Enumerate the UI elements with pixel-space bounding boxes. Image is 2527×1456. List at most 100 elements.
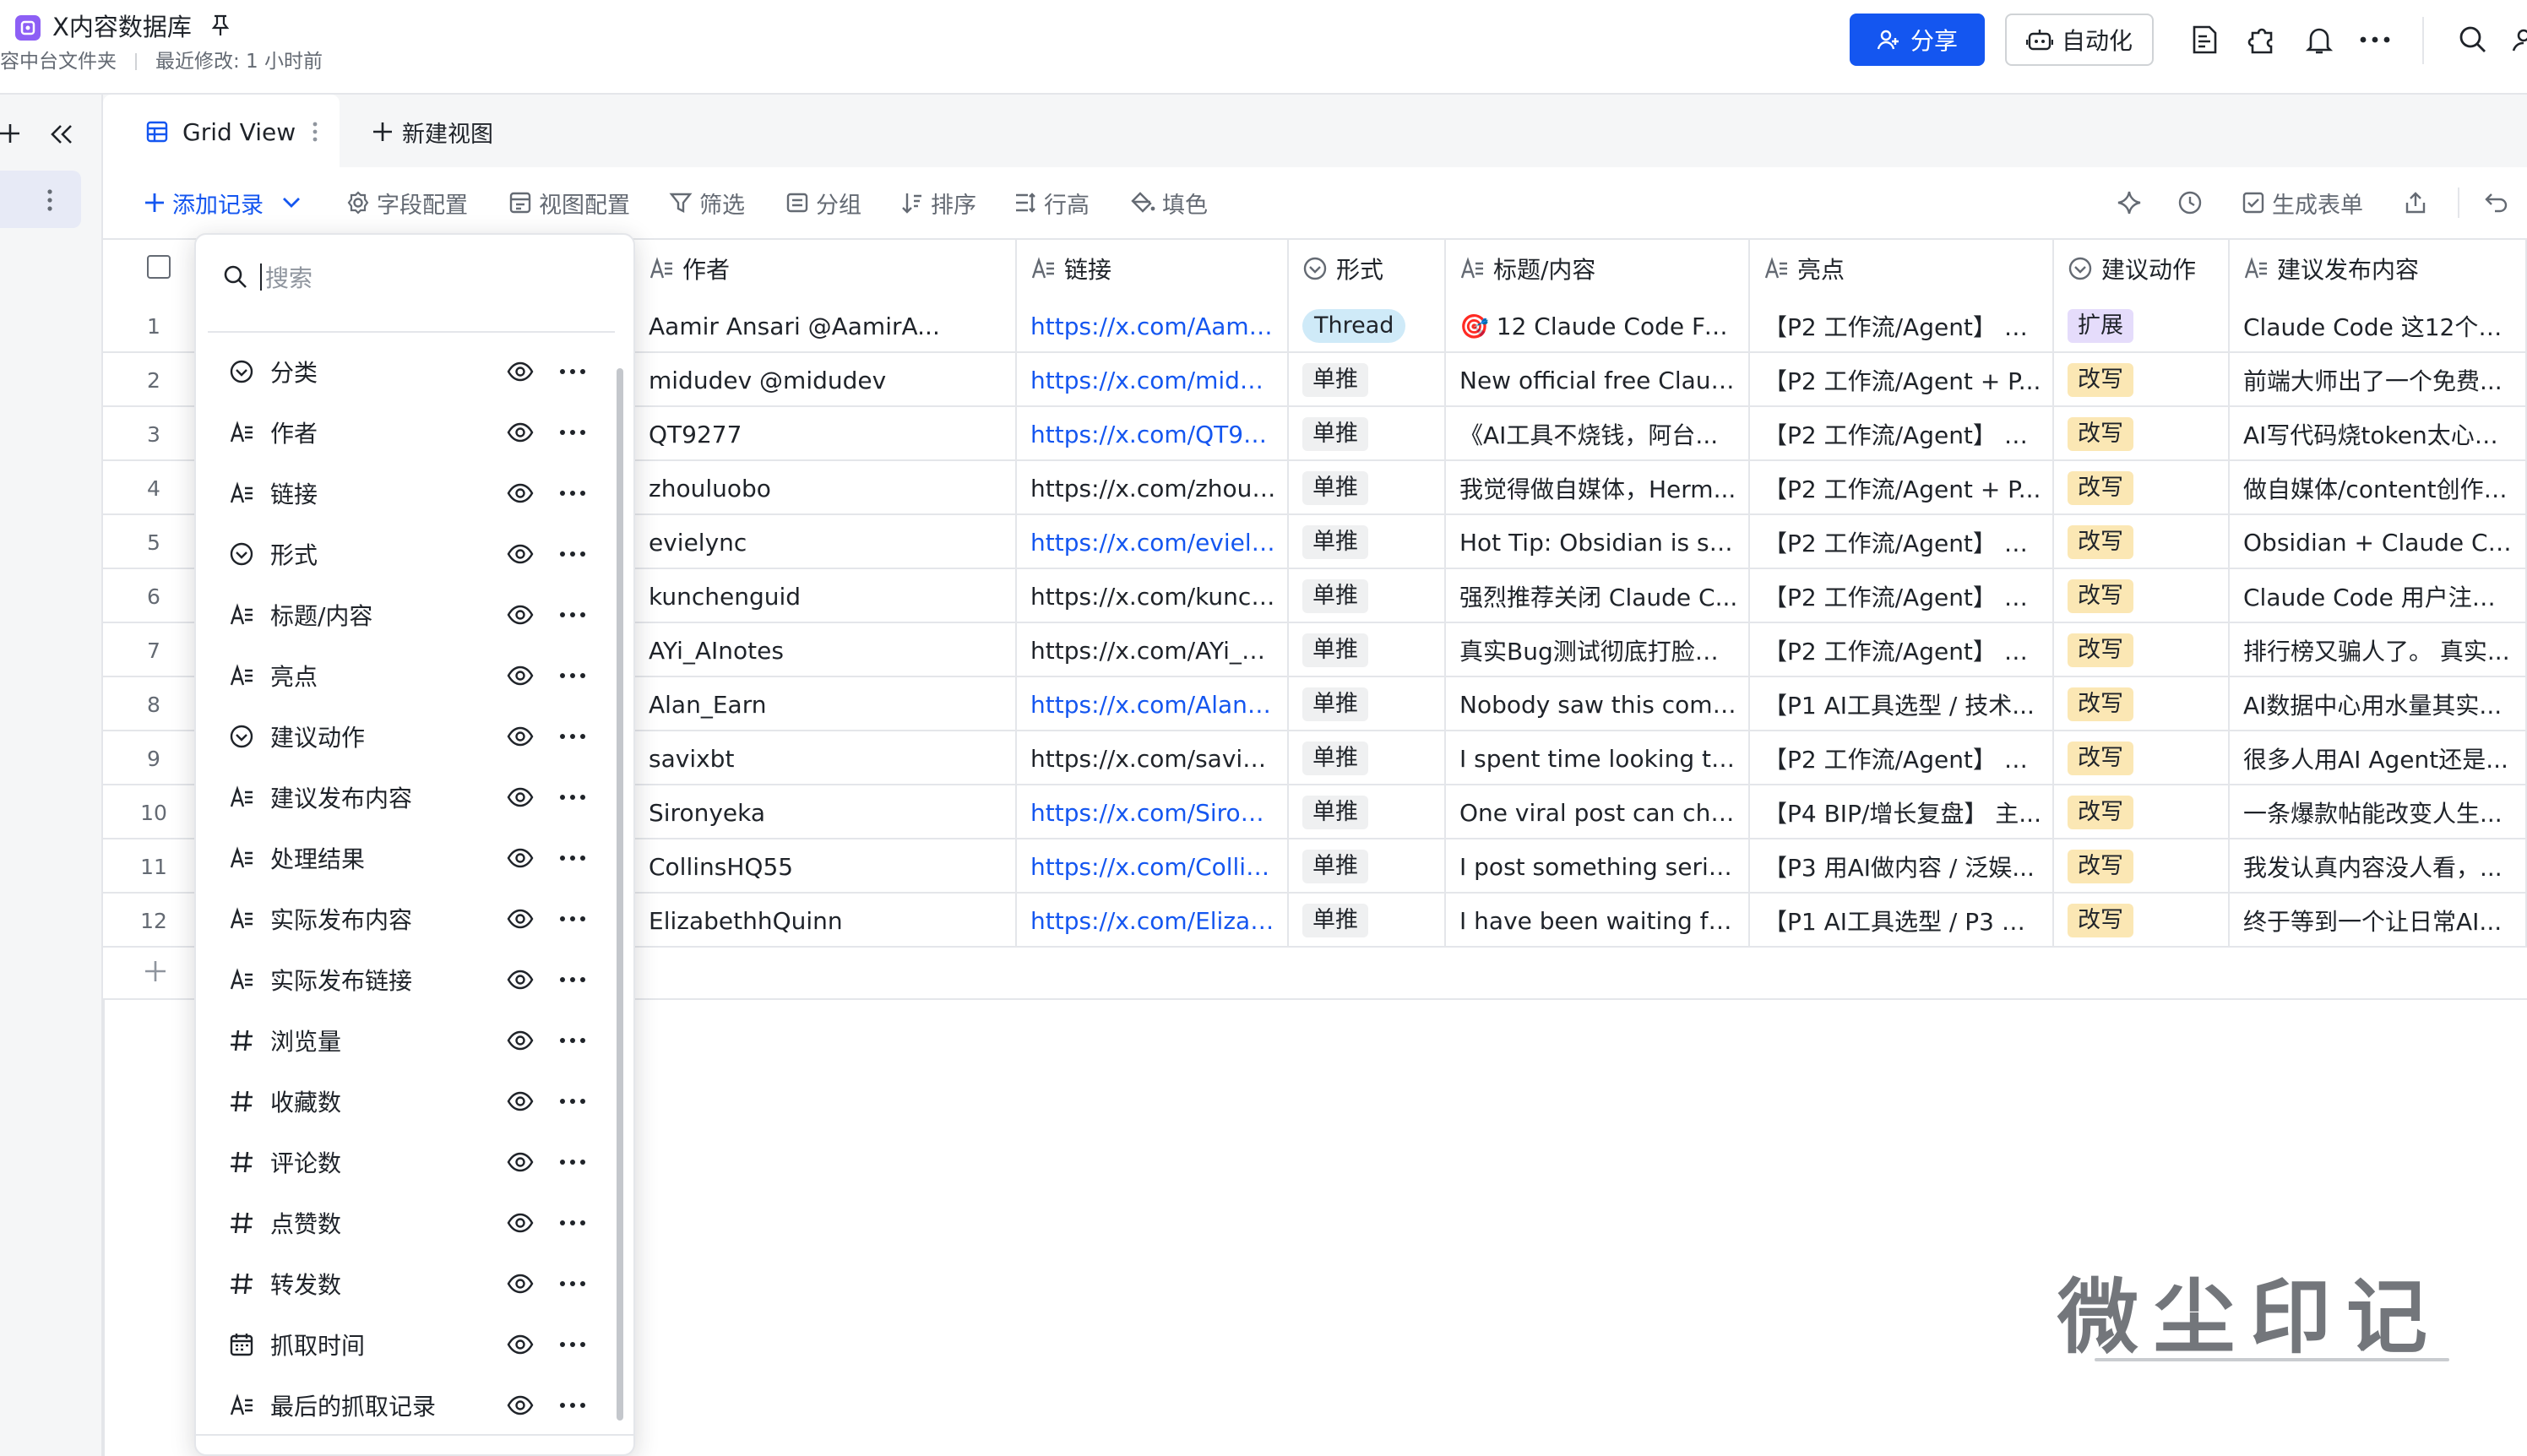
cell-link[interactable]: https://x.com/kunch... [1017, 569, 1289, 623]
link-text[interactable]: https://x.com/QT92... [1030, 421, 1277, 448]
cell-link[interactable]: https://x.com/Elizab... [1017, 894, 1289, 948]
link-text[interactable]: https://x.com/Aamir... [1030, 312, 1277, 340]
cell-form[interactable]: 单推 [1289, 839, 1446, 894]
cell-form[interactable]: Thread [1289, 299, 1446, 353]
cell-title[interactable]: Hot Tip: Obsidian is so ... [1446, 515, 1750, 569]
ai-sparkle-button[interactable] [2117, 184, 2142, 221]
column-header[interactable]: 标题/内容 [1446, 238, 1750, 299]
link-text[interactable]: https://x.com/Collins... [1030, 853, 1277, 881]
breadcrumb-folder[interactable]: 容中台文件夹 [0, 51, 117, 73]
cell-title[interactable]: I post something seriou... [1446, 839, 1750, 894]
field-item[interactable]: 抓取时间 [208, 1317, 605, 1372]
eye-icon[interactable] [505, 478, 535, 508]
link-text[interactable]: https://x.com/kunch... [1030, 583, 1277, 611]
generate-form-button[interactable]: 生成表单 [2242, 184, 2363, 221]
field-item[interactable]: 浏览量 [208, 1013, 605, 1068]
pin-icon[interactable] [211, 14, 230, 37]
cell-link[interactable]: https://x.com/eviely... [1017, 515, 1289, 569]
cell-title[interactable]: 🎯 12 Claude Code Fea... [1446, 299, 1750, 353]
cell-content[interactable]: Claude Code 这12个功... [2230, 299, 2527, 353]
cell-action[interactable]: 改写 [2054, 731, 2230, 785]
eye-icon[interactable] [505, 1390, 535, 1421]
cell-highlight[interactable]: 【P1 AI工具选型 / 技术... [1750, 677, 2054, 731]
column-header[interactable]: 链接 [1017, 238, 1289, 299]
cell-content[interactable]: 很多人用AI Agent还是... [2230, 731, 2527, 785]
cell-highlight[interactable]: 【P2 工作流/Agent】 主... [1750, 623, 2054, 677]
eye-icon[interactable] [505, 782, 535, 812]
cell-title[interactable]: New official free Claud... [1446, 353, 1750, 407]
cell-content[interactable]: Claude Code 用户注意... [2230, 569, 2527, 623]
cell-author[interactable]: midudev @midudev [635, 353, 1017, 407]
cell-form[interactable]: 单推 [1289, 353, 1446, 407]
eye-icon[interactable] [505, 660, 535, 691]
link-text[interactable]: https://x.com/Alan_... [1030, 691, 1277, 719]
history-button[interactable] [2177, 184, 2203, 221]
cell-form[interactable]: 单推 [1289, 785, 1446, 839]
eye-icon[interactable] [505, 843, 535, 873]
link-text[interactable]: https://x.com/eviely... [1030, 529, 1277, 557]
more-icon[interactable] [556, 904, 590, 934]
eye-icon[interactable] [505, 1269, 535, 1299]
cell-title[interactable]: One viral post can chan... [1446, 785, 1750, 839]
cell-author[interactable]: Sironyeka [635, 785, 1017, 839]
cell-content[interactable]: 一条爆款帖能改变人生... [2230, 785, 2527, 839]
tab-menu-icon[interactable] [312, 122, 318, 142]
cell-content[interactable]: 前端大师出了一个免费... [2230, 353, 2527, 407]
cell-author[interactable]: Aamir Ansari @AamirA... [635, 299, 1017, 353]
undo-button[interactable] [2483, 184, 2508, 221]
more-icon[interactable] [556, 1329, 590, 1360]
cell-form[interactable]: 单推 [1289, 623, 1446, 677]
column-header[interactable]: 形式 [1289, 238, 1446, 299]
share-button[interactable]: 分享 [1850, 14, 1985, 66]
column-header[interactable]: 亮点 [1750, 238, 2054, 299]
cell-link[interactable]: https://x.com/savixb... [1017, 731, 1289, 785]
link-text[interactable]: https://x.com/zhoulu... [1030, 475, 1277, 503]
cell-author[interactable]: QT9277 [635, 407, 1017, 461]
cell-author[interactable]: AYi_AInotes [635, 623, 1017, 677]
document-icon[interactable] [2187, 23, 2221, 57]
cell-content[interactable]: AI数据中心用水量其实... [2230, 677, 2527, 731]
cell-highlight[interactable]: 【P2 工作流/Agent】 主... [1750, 731, 2054, 785]
column-header[interactable]: 建议发布内容 [2230, 238, 2527, 299]
cell-highlight[interactable]: 【P4 BIP/增长复盘】 主... [1750, 785, 2054, 839]
cell-link[interactable]: https://x.com/Alan_... [1017, 677, 1289, 731]
cell-content[interactable]: Obsidian + Claude Cod... [2230, 515, 2527, 569]
more-icon[interactable] [556, 417, 590, 448]
more-icon[interactable] [556, 1269, 590, 1299]
cell-highlight[interactable]: 【P2 工作流/Agent】 主... [1750, 407, 2054, 461]
cell-content[interactable]: 终于等到一个让日常AI... [2230, 894, 2527, 948]
field-item[interactable]: 形式 [208, 527, 605, 581]
field-search-input[interactable]: 搜索 [203, 252, 625, 302]
more-icon[interactable] [556, 1025, 590, 1056]
cell-title[interactable]: I spent time looking thr... [1446, 731, 1750, 785]
field-item[interactable]: 转发数 [208, 1257, 605, 1311]
eye-icon[interactable] [505, 904, 535, 934]
field-item[interactable]: 分类 [208, 345, 605, 399]
cell-author[interactable]: savixbt [635, 731, 1017, 785]
cell-content[interactable]: 我发认真内容没人看，... [2230, 839, 2527, 894]
more-icon[interactable] [556, 478, 590, 508]
eye-icon[interactable] [505, 600, 535, 630]
select-all-checkbox[interactable] [147, 255, 171, 279]
cell-action[interactable]: 改写 [2054, 461, 2230, 515]
cell-author[interactable]: kunchenguid [635, 569, 1017, 623]
cell-author[interactable]: ElizabethhQuinn [635, 894, 1017, 948]
collapse-sidebar-icon[interactable] [49, 123, 74, 145]
cell-action[interactable]: 扩展 [2054, 299, 2230, 353]
bell-icon[interactable] [2302, 23, 2336, 57]
cell-title[interactable]: Nobody saw this comin... [1446, 677, 1750, 731]
cell-link[interactable]: https://x.com/Collins... [1017, 839, 1289, 894]
cell-author[interactable]: CollinsHQ55 [635, 839, 1017, 894]
cell-title[interactable]: 真实Bug测试彻底打脸排... [1446, 623, 1750, 677]
cell-title[interactable]: 《AI工具不烧钱，阿台... [1446, 407, 1750, 461]
cell-highlight[interactable]: 【P2 工作流/Agent】 主... [1750, 299, 2054, 353]
link-text[interactable]: https://x.com/midud... [1030, 367, 1277, 394]
eye-icon[interactable] [505, 1208, 535, 1238]
cell-title[interactable]: I have been waiting for ... [1446, 894, 1750, 948]
field-item[interactable]: 建议发布内容 [208, 770, 605, 824]
fill-color-button[interactable]: 填色 [1130, 184, 1208, 221]
cell-action[interactable]: 改写 [2054, 353, 2230, 407]
cell-highlight[interactable]: 【P2 工作流/Agent + P... [1750, 353, 2054, 407]
cell-form[interactable]: 单推 [1289, 407, 1446, 461]
field-config-button[interactable]: 字段配置 [346, 184, 468, 221]
